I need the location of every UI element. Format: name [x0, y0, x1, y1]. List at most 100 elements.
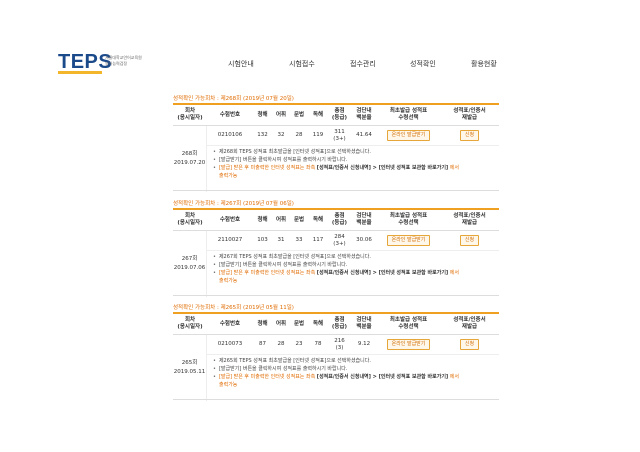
apply-button[interactable]: 신청: [459, 130, 480, 141]
col-listening: 청해: [257, 320, 268, 327]
note-archive-a: [발급] 받은 후 미출력한 인터넷 성적표는 좌측: [218, 374, 316, 380]
col-exam-no: 수험번호: [219, 320, 241, 327]
col-total: 총점 (등급): [331, 213, 348, 226]
score-reading: 78: [314, 341, 322, 347]
table-header-row: 회차 (응시일자) 수험번호 청해 어휘 문법 독해 총점 (등급) 검단내 백…: [173, 105, 499, 126]
score-reading: 119: [312, 132, 324, 138]
teps-logo[interactable]: TEPS 서울대학교언어교육원 영어능력검정: [58, 52, 142, 74]
apply-button[interactable]: 신청: [459, 339, 480, 350]
score-table: 회차 (응시일자) 수험번호 청해 어휘 문법 독해 총점 (등급) 검단내 백…: [173, 312, 499, 401]
table-row: 2110027 103 31 33 117 284 (3+) 30.06 온라인…: [207, 231, 499, 251]
total-value: 284: [334, 233, 345, 240]
col-reissue: 성적표/인증서 재발급: [453, 317, 486, 330]
result-section: 성적확인 가능회차 : 제265회 (2019년 05월 11일) 회차 (응시…: [173, 304, 499, 401]
col-grammar: 문법: [293, 111, 305, 118]
col-round: 회차 (응시일자): [177, 317, 203, 330]
col-round: 회차 (응시일자): [177, 213, 203, 226]
total-value: 311: [334, 128, 345, 135]
reissue-cell: 신청: [440, 231, 499, 250]
archive-link[interactable]: [성적표/인증서 신청내역] > [인터넷 성적표 보관함 바로가기]: [317, 270, 448, 276]
nav-usage-status[interactable]: 활용현황: [471, 59, 497, 69]
col-total: 총점 (등급): [331, 108, 348, 121]
note-line: • [발급받기] 버튼을 클릭하시여 성적표를 출력하시기 바랍니다.: [213, 366, 348, 372]
nav-score-check[interactable]: 성적확인: [410, 59, 436, 69]
col-listening: 청해: [257, 111, 268, 118]
score-listening: 87: [259, 341, 266, 347]
result-section: 성적확인 가능회차 : 제268회 (2019년 07월 20일) 회차 (응시…: [173, 95, 499, 192]
col-reading: 독해: [312, 216, 324, 223]
online-issue-button[interactable]: 온라인 발급받기: [386, 339, 431, 350]
note-line: • [발급받기] 버튼을 클릭하시여 성적표를 출력하시기 바랍니다.: [213, 262, 348, 268]
note-archive-a: [발급] 받은 후 미출력한 인터넷 성적표는 좌측: [218, 165, 316, 171]
nav-register-manage[interactable]: 접수관리: [350, 59, 376, 69]
percentile-value: 9.12: [357, 341, 371, 347]
score-table: 회차 (응시일자) 수험번호 청해 어휘 문법 독해 총점 (등급) 검단내 백…: [173, 208, 499, 297]
note-line: • [발급] 받은 후 미출력한 인터넷 성적표는 좌측 [성적표/인증서 신청내…: [213, 270, 459, 276]
note-line: • 제267회 TEPS 성적표 최초발급을 [인터넷 성적표]으로 선택하셨습니…: [213, 254, 371, 260]
note-selection: 제268회 TEPS 성적표 최초발급을 [인터넷 성적표]으로 선택하셨습니다…: [218, 149, 371, 155]
percentile-value: 41.64: [356, 132, 372, 138]
score-total: 284 (3+): [328, 231, 351, 250]
result-section: 성적확인 가능회차 : 제267회 (2019년 07월 06일) 회차 (응시…: [173, 200, 499, 297]
score-grammar: 28: [295, 132, 303, 138]
col-exam-no: 수험번호: [219, 111, 241, 118]
col-vocab: 어휘: [275, 111, 287, 118]
note-archive-d: 출력가능: [219, 278, 238, 284]
section-title: 성적확인 가능회차 : 제267회 (2019년 07월 06일): [173, 201, 294, 207]
col-first-report: 최초발급 성적표 수령선택: [389, 213, 428, 226]
col-percentile: 검단내 백분율: [356, 213, 372, 226]
col-grammar: 문법: [293, 320, 305, 327]
col-vocab: 어휘: [275, 320, 287, 327]
note-line: • [발급받기] 버튼을 클릭하시여 성적표를 출력하시기 바랍니다.: [213, 157, 348, 163]
table-header-row: 회차 (응시일자) 수험번호 청해 어휘 문법 독해 총점 (등급) 검단내 백…: [173, 210, 499, 231]
notes-block: • 제268회 TEPS 성적표 최초발급을 [인터넷 성적표]으로 선택하셨습니…: [173, 146, 499, 191]
online-issue-button[interactable]: 온라인 발급받기: [386, 235, 431, 246]
notes-block: • 제265회 TEPS 성적표 최초발급을 [인터넷 성적표]으로 선택하셨습니…: [173, 355, 499, 400]
logo-underline: [58, 71, 102, 74]
score-table: 회차 (응시일자) 수험번호 청해 어휘 문법 독해 총점 (등급) 검단내 백…: [173, 103, 499, 192]
archive-link[interactable]: [성적표/인증서 신청내역] > [인터넷 성적표 보관함 바로가기]: [317, 374, 448, 380]
table-row: 0210073 87 28 23 78 216 (3) 9.12 온라인 발급받…: [207, 335, 499, 355]
score-vocab: 31: [277, 237, 285, 243]
percentile-value: 30.06: [356, 237, 372, 243]
grade-value: (3): [335, 344, 344, 351]
reissue-cell: 신청: [440, 126, 499, 145]
note-archive-d: 출력가능: [219, 173, 238, 179]
col-percentile: 검단내 백분율: [356, 317, 372, 330]
nav-exam-info[interactable]: 시험안내: [228, 59, 254, 69]
score-total: 216 (3): [328, 335, 351, 354]
archive-link[interactable]: [성적표/인증서 신청내역] > [인터넷 성적표 보관함 바로가기]: [317, 165, 448, 171]
score-grammar: 23: [295, 341, 303, 347]
note-print: [발급받기] 버튼을 클릭하시여 성적표를 출력하시기 바랍니다.: [218, 157, 348, 163]
apply-button[interactable]: 신청: [459, 235, 480, 246]
note-selection: 제265회 TEPS 성적표 최초발급을 [인터넷 성적표]으로 선택하셨습니다…: [218, 358, 371, 364]
note-line: • 제265회 TEPS 성적표 최초발급을 [인터넷 성적표]으로 선택하셨습니…: [213, 358, 371, 364]
grade-value: (3+): [333, 135, 346, 142]
col-total: 총점 (등급): [331, 317, 348, 330]
col-reading: 독해: [312, 320, 324, 327]
grade-value: (3+): [333, 240, 346, 247]
score-reading: 117: [312, 237, 324, 243]
first-report-cell: 온라인 발급받기: [377, 126, 440, 145]
site-header: TEPS 서울대학교언어교육원 영어능력검정 시험안내 시험접수 접수관리 성적…: [0, 0, 640, 90]
col-grammar: 문법: [293, 216, 305, 223]
score-listening: 103: [257, 237, 268, 243]
col-reissue: 성적표/인증서 재발급: [453, 213, 486, 226]
col-percentile: 검단내 백분율: [356, 108, 372, 121]
col-round: 회차 (응시일자): [177, 108, 203, 121]
score-total: 311 (3+): [328, 126, 351, 145]
first-report-cell: 온라인 발급받기: [377, 335, 440, 354]
col-vocab: 어휘: [275, 216, 287, 223]
exam-number: 0210106: [217, 132, 243, 138]
table-header-row: 회차 (응시일자) 수험번호 청해 어휘 문법 독해 총점 (등급) 검단내 백…: [173, 314, 499, 335]
note-archive-c: 에서: [449, 374, 459, 380]
col-reading: 독해: [312, 111, 324, 118]
nav-exam-register[interactable]: 시험접수: [289, 59, 315, 69]
online-issue-button[interactable]: 온라인 발급받기: [386, 130, 431, 141]
note-line: • [발급] 받은 후 미출력한 인터넷 성적표는 좌측 [성적표/인증서 신청내…: [213, 374, 459, 380]
col-first-report: 최초발급 성적표 수령선택: [389, 108, 428, 121]
exam-number: 2110027: [217, 237, 243, 243]
note-print: [발급받기] 버튼을 클릭하시여 성적표를 출력하시기 바랍니다.: [218, 366, 348, 372]
note-line: • 제268회 TEPS 성적표 최초발급을 [인터넷 성적표]으로 선택하셨습니…: [213, 149, 371, 155]
col-reissue: 성적표/인증서 재발급: [453, 108, 486, 121]
